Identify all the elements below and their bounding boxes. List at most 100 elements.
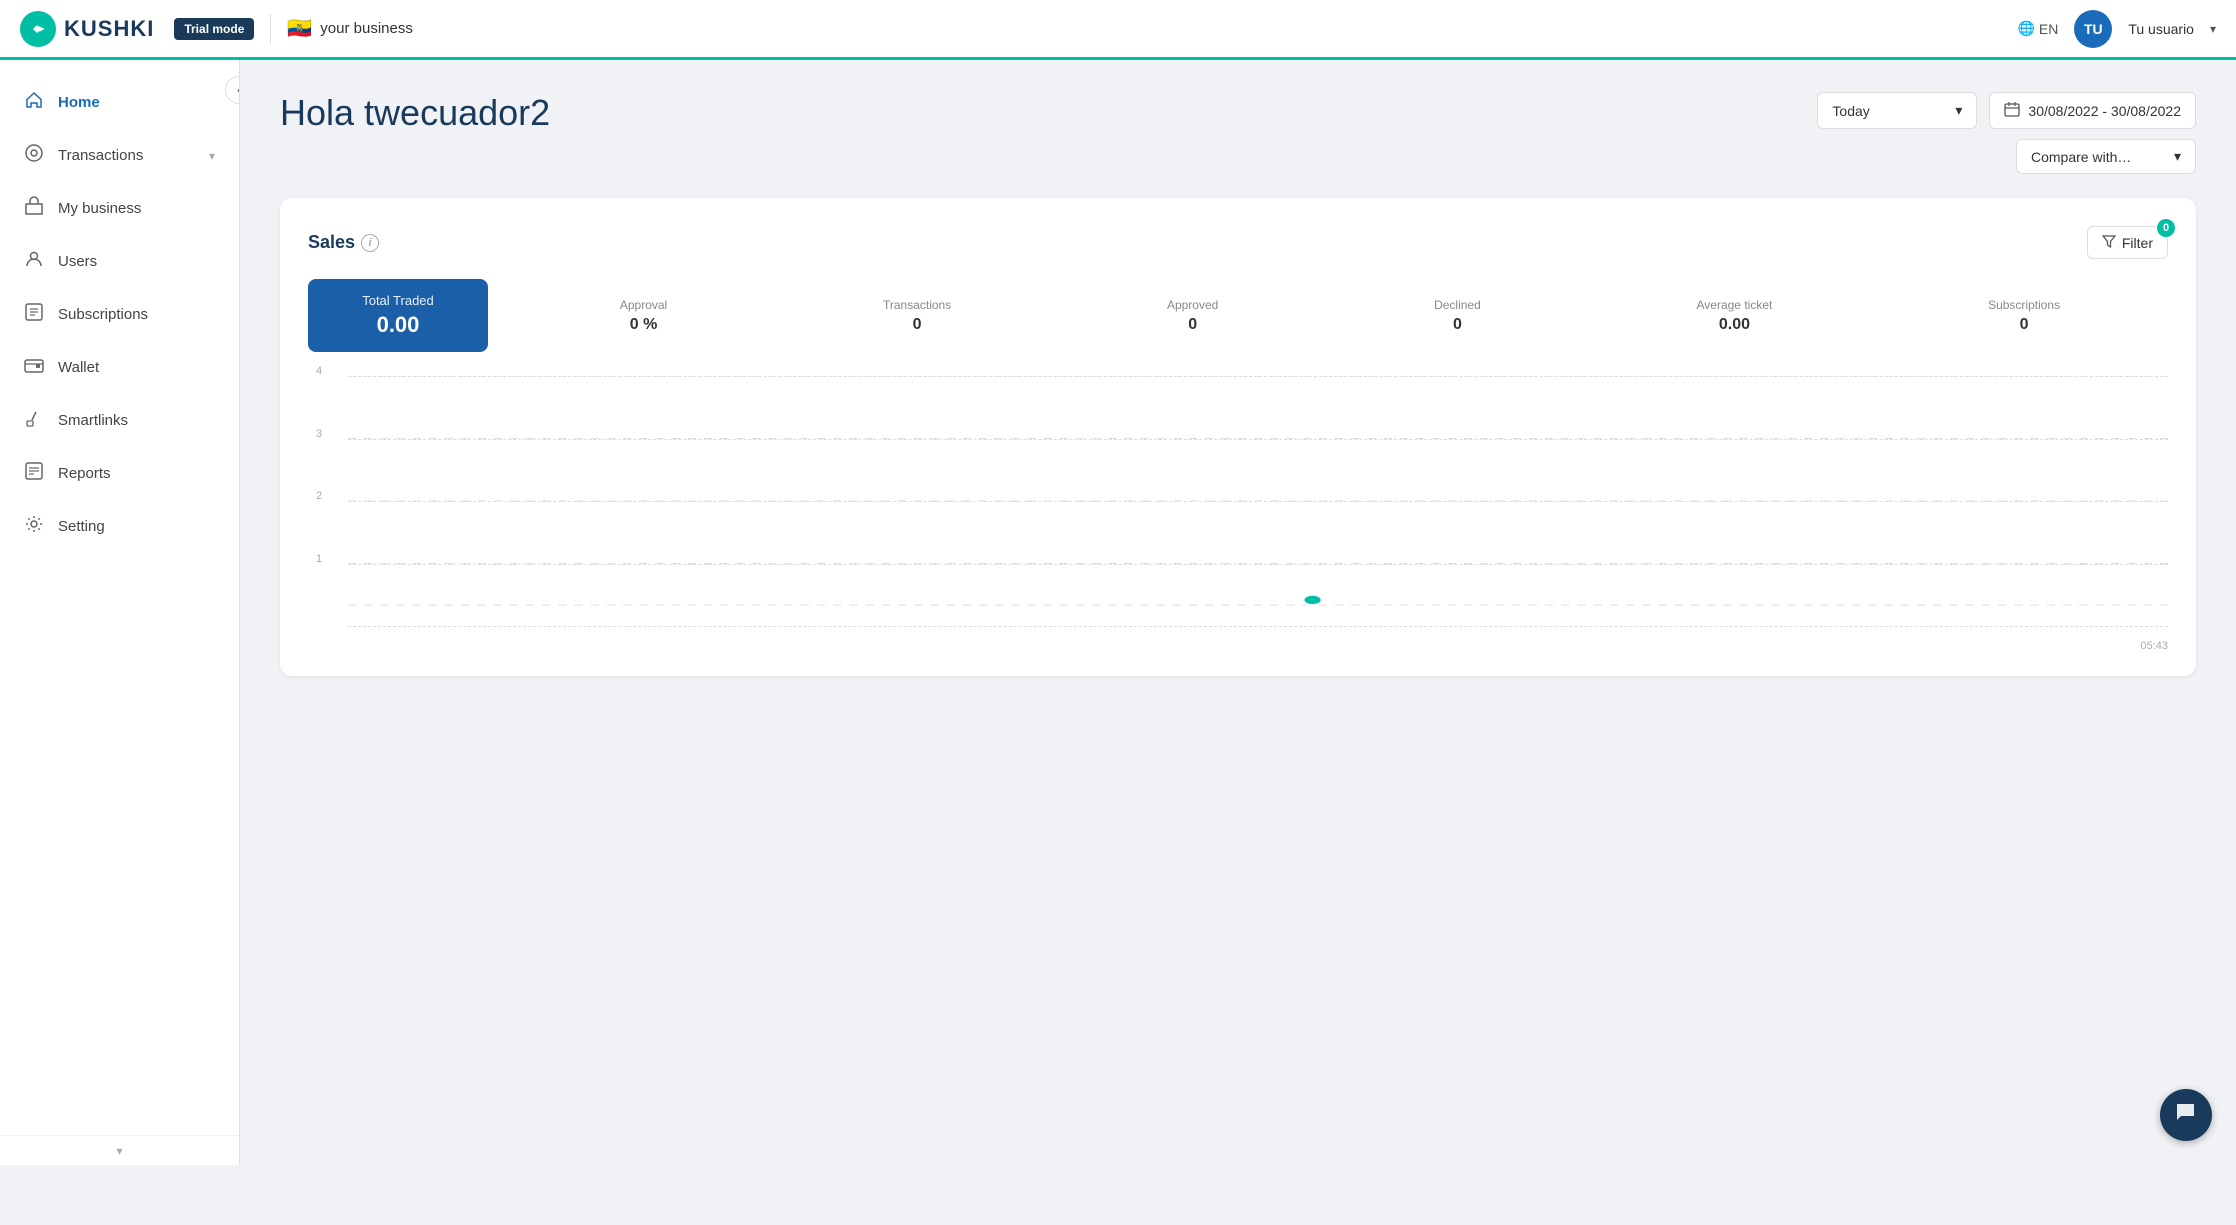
user-avatar[interactable]: TU bbox=[2074, 10, 2112, 48]
sidebar-item-wallet-label: Wallet bbox=[58, 359, 215, 376]
approved-label: Approved bbox=[1167, 298, 1218, 312]
sidebar-item-smartlinks[interactable]: Smartlinks bbox=[0, 394, 239, 447]
sales-title: Sales i bbox=[308, 232, 379, 253]
approval-label: Approval bbox=[620, 298, 667, 312]
sidebar-item-my-business-label: My business bbox=[58, 200, 215, 217]
approval-value: 0 % bbox=[620, 316, 667, 334]
stat-transactions: Transactions 0 bbox=[883, 298, 951, 334]
logo-icon bbox=[20, 11, 56, 47]
avg-ticket-label: Average ticket bbox=[1697, 298, 1773, 312]
declined-label: Declined bbox=[1434, 298, 1481, 312]
y-label-2: 2 bbox=[316, 490, 322, 502]
globe-icon: 🌐 bbox=[2017, 20, 2034, 37]
transactions-chevron-icon: ▾ bbox=[209, 149, 215, 163]
my-business-icon bbox=[24, 196, 44, 221]
approved-value: 0 bbox=[1167, 316, 1218, 334]
sidebar-item-home[interactable]: Home bbox=[0, 76, 239, 129]
nav-divider bbox=[270, 14, 271, 44]
reports-icon bbox=[24, 461, 44, 486]
user-chevron-icon[interactable]: ▾ bbox=[2210, 22, 2216, 36]
compare-chevron-icon: ▾ bbox=[2174, 148, 2181, 165]
y-label-1: 1 bbox=[316, 553, 322, 565]
wallet-icon bbox=[24, 355, 44, 380]
date-range-button[interactable]: 30/08/2022 - 30/08/2022 bbox=[1989, 92, 2196, 129]
top-navigation: KUSHKI Trial mode 🇪🇨 your business 🌐 EN … bbox=[0, 0, 2236, 60]
flag-icon: 🇪🇨 bbox=[287, 16, 312, 41]
total-traded-value: 0.00 bbox=[336, 312, 460, 338]
sales-header: Sales i Filter 0 bbox=[308, 226, 2168, 259]
users-icon bbox=[24, 249, 44, 274]
stat-approved: Approved 0 bbox=[1167, 298, 1218, 334]
sidebar-item-my-business[interactable]: My business bbox=[0, 182, 239, 235]
stat-declined: Declined 0 bbox=[1434, 298, 1481, 334]
subscriptions-stat-value: 0 bbox=[1988, 316, 2060, 334]
user-name: Tu usuario bbox=[2128, 21, 2194, 37]
stat-subscriptions: Subscriptions 0 bbox=[1988, 298, 2060, 334]
page-header: Hola twecuador2 Today ▾ 30/08/2022 - 30/… bbox=[280, 92, 2196, 174]
stats-row: Total Traded 0.00 Approval 0 % Transacti… bbox=[308, 279, 2168, 352]
transactions-icon bbox=[24, 143, 44, 168]
lang-label: EN bbox=[2039, 21, 2058, 37]
header-controls: Today ▾ 30/08/2022 - 30/08/2022 Compare … bbox=[1817, 92, 2196, 174]
sidebar-item-wallet[interactable]: Wallet bbox=[0, 341, 239, 394]
x-axis-label: 05:43 bbox=[2140, 640, 2168, 652]
smartlinks-icon bbox=[24, 408, 44, 433]
sidebar-item-home-label: Home bbox=[58, 94, 215, 111]
chat-button[interactable] bbox=[2160, 1089, 2212, 1141]
transactions-value: 0 bbox=[883, 316, 951, 334]
period-chevron-icon: ▾ bbox=[1955, 102, 1962, 119]
sidebar-item-subscriptions-label: Subscriptions bbox=[58, 306, 215, 323]
total-traded-button[interactable]: Total Traded 0.00 bbox=[308, 279, 488, 352]
calendar-icon bbox=[2004, 101, 2020, 120]
sidebar-item-reports-label: Reports bbox=[58, 465, 215, 482]
y-label-3: 3 bbox=[316, 428, 322, 440]
chart-area: 4 3 2 1 bbox=[308, 376, 2168, 656]
date-range-label: 30/08/2022 - 30/08/2022 bbox=[2028, 103, 2181, 119]
sidebar-item-users[interactable]: Users bbox=[0, 235, 239, 288]
logo-text: KUSHKI bbox=[64, 16, 154, 42]
controls-row1: Today ▾ 30/08/2022 - 30/08/2022 bbox=[1817, 92, 2196, 129]
sidebar: ‹ Home Transactions ▾ bbox=[0, 60, 240, 1165]
filter-label: Filter bbox=[2122, 235, 2153, 251]
sidebar-item-transactions[interactable]: Transactions ▾ bbox=[0, 129, 239, 182]
filter-icon bbox=[2102, 234, 2116, 251]
sidebar-item-subscriptions[interactable]: Subscriptions bbox=[0, 288, 239, 341]
home-icon bbox=[24, 90, 44, 115]
sidebar-scroll[interactable]: ▾ bbox=[0, 1135, 239, 1165]
compare-label: Compare with… bbox=[2031, 149, 2131, 165]
total-traded-label: Total Traded bbox=[336, 293, 460, 308]
sidebar-nav: Home Transactions ▾ My business bbox=[0, 60, 239, 1135]
sidebar-item-users-label: Users bbox=[58, 253, 215, 270]
period-select[interactable]: Today ▾ bbox=[1817, 92, 1977, 129]
sidebar-item-reports[interactable]: Reports bbox=[0, 447, 239, 500]
business-selector[interactable]: 🇪🇨 your business bbox=[287, 16, 412, 41]
stat-approval: Approval 0 % bbox=[620, 298, 667, 334]
sales-info-icon[interactable]: i bbox=[361, 234, 379, 252]
sales-card: Sales i Filter 0 Total Traded 0.00 bbox=[280, 198, 2196, 676]
main-content: Hola twecuador2 Today ▾ 30/08/2022 - 30/… bbox=[240, 60, 2236, 1165]
topnav-right: 🌐 EN TU Tu usuario ▾ bbox=[2017, 10, 2216, 48]
sidebar-item-smartlinks-label: Smartlinks bbox=[58, 412, 215, 429]
sidebar-item-setting-label: Setting bbox=[58, 518, 215, 535]
sidebar-item-setting[interactable]: Setting bbox=[0, 500, 239, 553]
subscriptions-stat-label: Subscriptions bbox=[1988, 298, 2060, 312]
stat-avg-ticket: Average ticket 0.00 bbox=[1697, 298, 1773, 334]
subscriptions-icon bbox=[24, 302, 44, 327]
app-layout: ‹ Home Transactions ▾ bbox=[0, 60, 2236, 1165]
language-selector[interactable]: 🌐 EN bbox=[2017, 20, 2058, 37]
stats-grid: Approval 0 % Transactions 0 Approved 0 D… bbox=[488, 298, 2168, 334]
chat-icon bbox=[2174, 1100, 2198, 1130]
business-name: your business bbox=[320, 20, 413, 37]
trial-badge: Trial mode bbox=[174, 18, 254, 40]
page-title: Hola twecuador2 bbox=[280, 92, 550, 134]
avg-ticket-value: 0.00 bbox=[1697, 316, 1773, 334]
filter-button[interactable]: Filter 0 bbox=[2087, 226, 2168, 259]
user-initials: TU bbox=[2084, 21, 2103, 37]
chart-svg bbox=[348, 376, 2168, 626]
y-label-4: 4 bbox=[316, 365, 322, 377]
transactions-label: Transactions bbox=[883, 298, 951, 312]
controls-row2: Compare with… ▾ bbox=[2016, 139, 2196, 174]
declined-value: 0 bbox=[1434, 316, 1481, 334]
compare-button[interactable]: Compare with… ▾ bbox=[2016, 139, 2196, 174]
setting-icon bbox=[24, 514, 44, 539]
